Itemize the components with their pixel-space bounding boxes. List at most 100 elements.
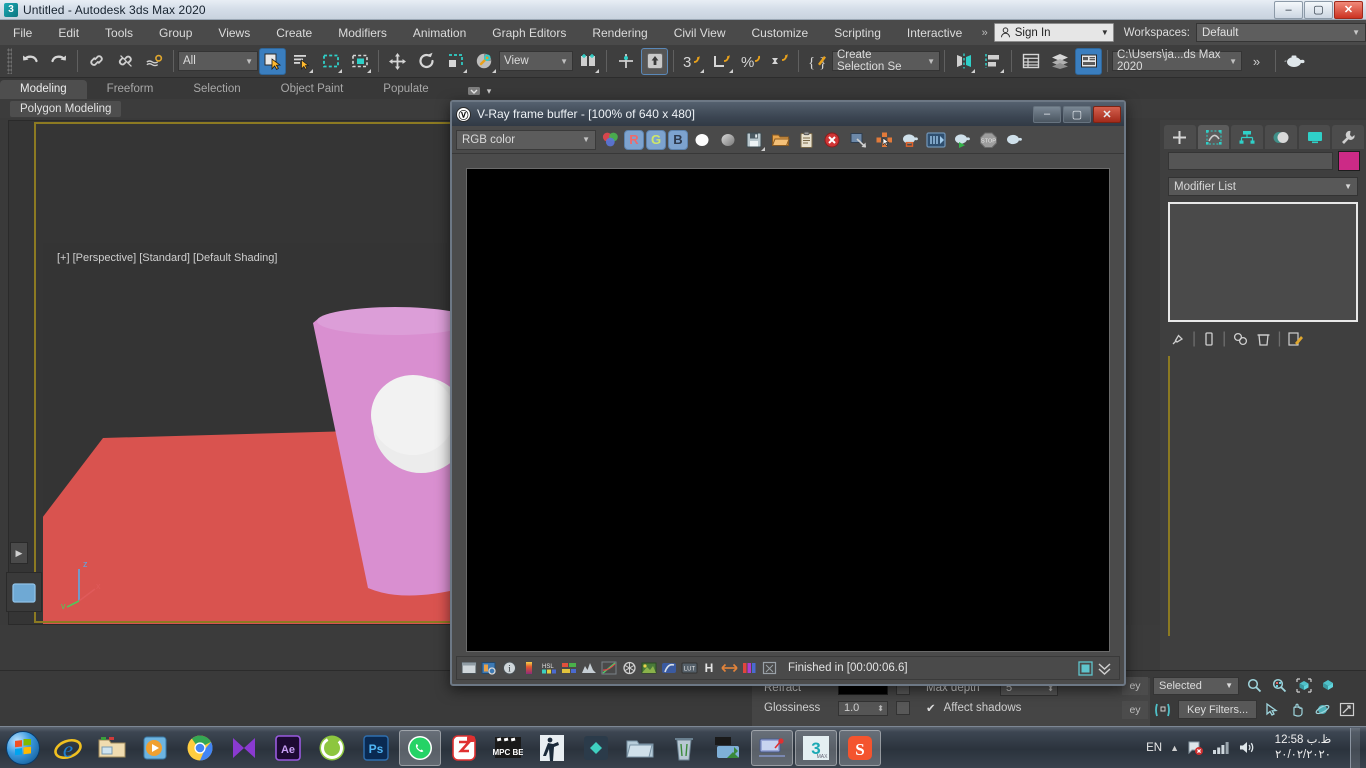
ribbon-panel-polygon-modeling[interactable]: Polygon Modeling: [10, 100, 122, 117]
utilities-tab[interactable]: [1332, 125, 1365, 149]
ribbon-flyout-icon[interactable]: [467, 85, 483, 97]
ribbon-tab-freeform[interactable]: Freeform: [87, 80, 174, 99]
remove-modifier-icon[interactable]: [1256, 331, 1271, 347]
hierarchy-tab[interactable]: [1231, 125, 1264, 149]
filmora-icon[interactable]: [575, 730, 617, 766]
menu-item-scripting[interactable]: Scripting: [821, 22, 894, 44]
info-icon[interactable]: i: [500, 659, 518, 677]
start-button[interactable]: [0, 728, 46, 768]
mirror-button[interactable]: [950, 48, 977, 75]
zoom-all-button[interactable]: [1269, 676, 1289, 695]
viewport-label[interactable]: [+] [Perspective] [Standard] [Default Sh…: [57, 252, 277, 264]
exposure-icon[interactable]: [620, 659, 638, 677]
zapya-icon[interactable]: [443, 730, 485, 766]
reference-coordinate-combo[interactable]: View ▼: [499, 51, 573, 71]
color-balance-icon[interactable]: [740, 659, 758, 677]
make-unique-icon[interactable]: [1232, 331, 1250, 347]
menu-item-customize[interactable]: Customize: [739, 22, 822, 44]
network-icon[interactable]: [1212, 740, 1230, 755]
toolbar-overflow-button[interactable]: »: [1243, 48, 1270, 75]
select-and-manipulate-button[interactable]: [612, 48, 639, 75]
maximize-button[interactable]: ▢: [1304, 0, 1333, 19]
stamp-icon[interactable]: [760, 659, 778, 677]
key-mode-button[interactable]: ey: [1122, 700, 1148, 719]
srgb-icon[interactable]: [520, 659, 538, 677]
taskbar-clock[interactable]: 12:58 ظ.ب ٢٠/٠٢/٢٠٢٠: [1264, 733, 1342, 763]
expand-panel-icon[interactable]: [1097, 661, 1112, 676]
chevron-down-icon[interactable]: ▼: [1101, 28, 1109, 37]
vfb-render-canvas[interactable]: [466, 168, 1110, 652]
snagit-icon[interactable]: S: [839, 729, 881, 766]
unlink-selection-button[interactable]: [112, 48, 139, 75]
select-and-rotate-button[interactable]: [413, 48, 440, 75]
select-by-name-button[interactable]: [288, 48, 315, 75]
menu-item-views[interactable]: Views: [205, 22, 263, 44]
volume-icon[interactable]: [1238, 740, 1256, 755]
rectangular-selection-region-button[interactable]: [317, 48, 344, 75]
spinner-arrows-icon[interactable]: ⬍: [877, 704, 887, 713]
chevron-down-icon[interactable]: ▼: [1225, 681, 1233, 690]
maximize-viewport-toggle-button[interactable]: [1337, 700, 1357, 719]
chevron-down-icon[interactable]: ▼: [1352, 28, 1360, 37]
chevron-down-icon[interactable]: ▼: [554, 57, 568, 66]
mpc-be-icon[interactable]: MPC BE: [487, 730, 529, 766]
zoom-button[interactable]: [1244, 676, 1264, 695]
menu-item-edit[interactable]: Edit: [45, 22, 92, 44]
sign-in-button[interactable]: Sign In ▼: [993, 23, 1114, 42]
select-and-move-button[interactable]: [384, 48, 411, 75]
track-mouse-icon[interactable]: [872, 128, 896, 152]
3ds-max-icon[interactable]: 3 MAX: [795, 729, 837, 766]
green-channel-icon[interactable]: G: [646, 129, 666, 150]
color-channels-icon[interactable]: [598, 128, 622, 152]
color-corrections-icon[interactable]: [560, 659, 578, 677]
menu-item-file[interactable]: File: [0, 22, 45, 44]
modify-tab[interactable]: [1197, 125, 1230, 149]
zoom-region-button[interactable]: [1319, 676, 1339, 695]
contrast-icon[interactable]: [720, 659, 738, 677]
ribbon-tab-selection[interactable]: Selection: [173, 80, 260, 99]
edit-named-selection-sets-button[interactable]: { }: [804, 48, 831, 75]
hsl-icon[interactable]: HSL: [540, 659, 558, 677]
render-production-button[interactable]: [1281, 48, 1308, 75]
vfb-channel-combo[interactable]: RGB color ▼: [456, 129, 596, 150]
chevron-down-icon[interactable]: ▼: [582, 135, 590, 144]
load-image-icon[interactable]: [768, 128, 792, 152]
window-crossing-button[interactable]: [346, 48, 373, 75]
layer-explorer-button[interactable]: [1017, 48, 1044, 75]
ribbon-tab-populate[interactable]: Populate: [363, 80, 448, 99]
alpha-channel-icon[interactable]: [690, 128, 714, 152]
use-center-flyout-button[interactable]: [574, 48, 601, 75]
align-button[interactable]: [979, 48, 1006, 75]
counter-strike-icon[interactable]: [531, 730, 573, 766]
utorrent-icon[interactable]: [311, 730, 353, 766]
orbit-button[interactable]: [1312, 700, 1332, 719]
vray-frame-buffer-dialog[interactable]: Ⓥ V-Ray frame buffer - [100% of 640 x 48…: [450, 100, 1126, 686]
stop-render-icon[interactable]: STOP: [976, 128, 1000, 152]
selection-filter-combo[interactable]: All ▼: [178, 51, 258, 71]
vfb-close-button[interactable]: ✕: [1093, 105, 1121, 123]
undo-button[interactable]: [16, 48, 43, 75]
red-channel-icon[interactable]: R: [624, 129, 644, 150]
workspace-combo[interactable]: Default ▼: [1196, 23, 1366, 42]
pot-player-icon[interactable]: [223, 730, 265, 766]
render-history-icon[interactable]: [480, 659, 498, 677]
key-filters-button[interactable]: Key Filters...: [1178, 700, 1258, 719]
show-hidden-icons-button[interactable]: ▲: [1170, 743, 1179, 753]
pan-hand-button[interactable]: [1287, 700, 1307, 719]
chevron-down-icon[interactable]: ▼: [1223, 57, 1237, 66]
show-end-result-icon[interactable]: [1202, 331, 1216, 347]
clear-image-icon[interactable]: [820, 128, 844, 152]
levels-icon[interactable]: [580, 659, 598, 677]
internet-explorer-icon[interactable]: e: [47, 730, 89, 766]
glossiness-map-button[interactable]: [896, 701, 910, 715]
affect-shadows-checkbox[interactable]: ✔: [926, 701, 936, 715]
snaps-toggle-button[interactable]: [641, 47, 668, 75]
curve-icon[interactable]: [600, 659, 618, 677]
project-folder-combo[interactable]: C:\Users\ja...ds Max 2020 ▼: [1112, 49, 1242, 73]
viewcube[interactable]: [6, 572, 42, 612]
scene-explorer-button[interactable]: [1046, 48, 1073, 75]
teamviewer-icon[interactable]: [751, 729, 793, 766]
spinner-snap-arrows-button[interactable]: [766, 48, 793, 75]
select-and-scale-button[interactable]: [442, 48, 469, 75]
menu-item-group[interactable]: Group: [146, 22, 205, 44]
